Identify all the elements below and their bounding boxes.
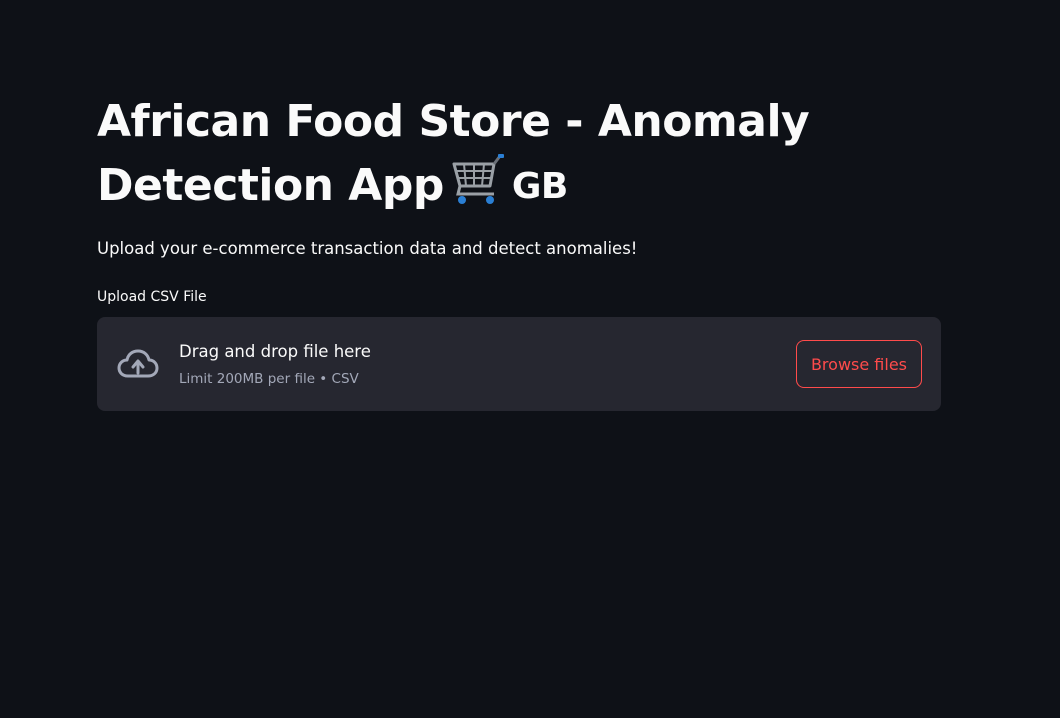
- browse-files-button[interactable]: Browse files: [795, 340, 922, 388]
- shopping-cart-icon: [452, 154, 504, 204]
- file-dropzone[interactable]: Drag and drop file here Limit 200MB per …: [97, 317, 941, 411]
- dropzone-instructions: Drag and drop file here Limit 200MB per …: [179, 340, 796, 389]
- dropzone-title: Drag and drop file here: [179, 341, 371, 361]
- main-content: African Food Store - Anomaly Detection A…: [97, 90, 941, 411]
- dropzone-limit-text: Limit 200MB per file • CSV: [179, 370, 359, 387]
- page-subtitle: Upload your e-commerce transaction data …: [97, 239, 638, 258]
- uploader-label: Upload CSV File: [97, 289, 207, 305]
- flag-text: GB: [511, 166, 569, 207]
- cloud-upload-icon: [117, 349, 159, 378]
- page-title: African Food Store - Anomaly Detection A…: [97, 90, 941, 219]
